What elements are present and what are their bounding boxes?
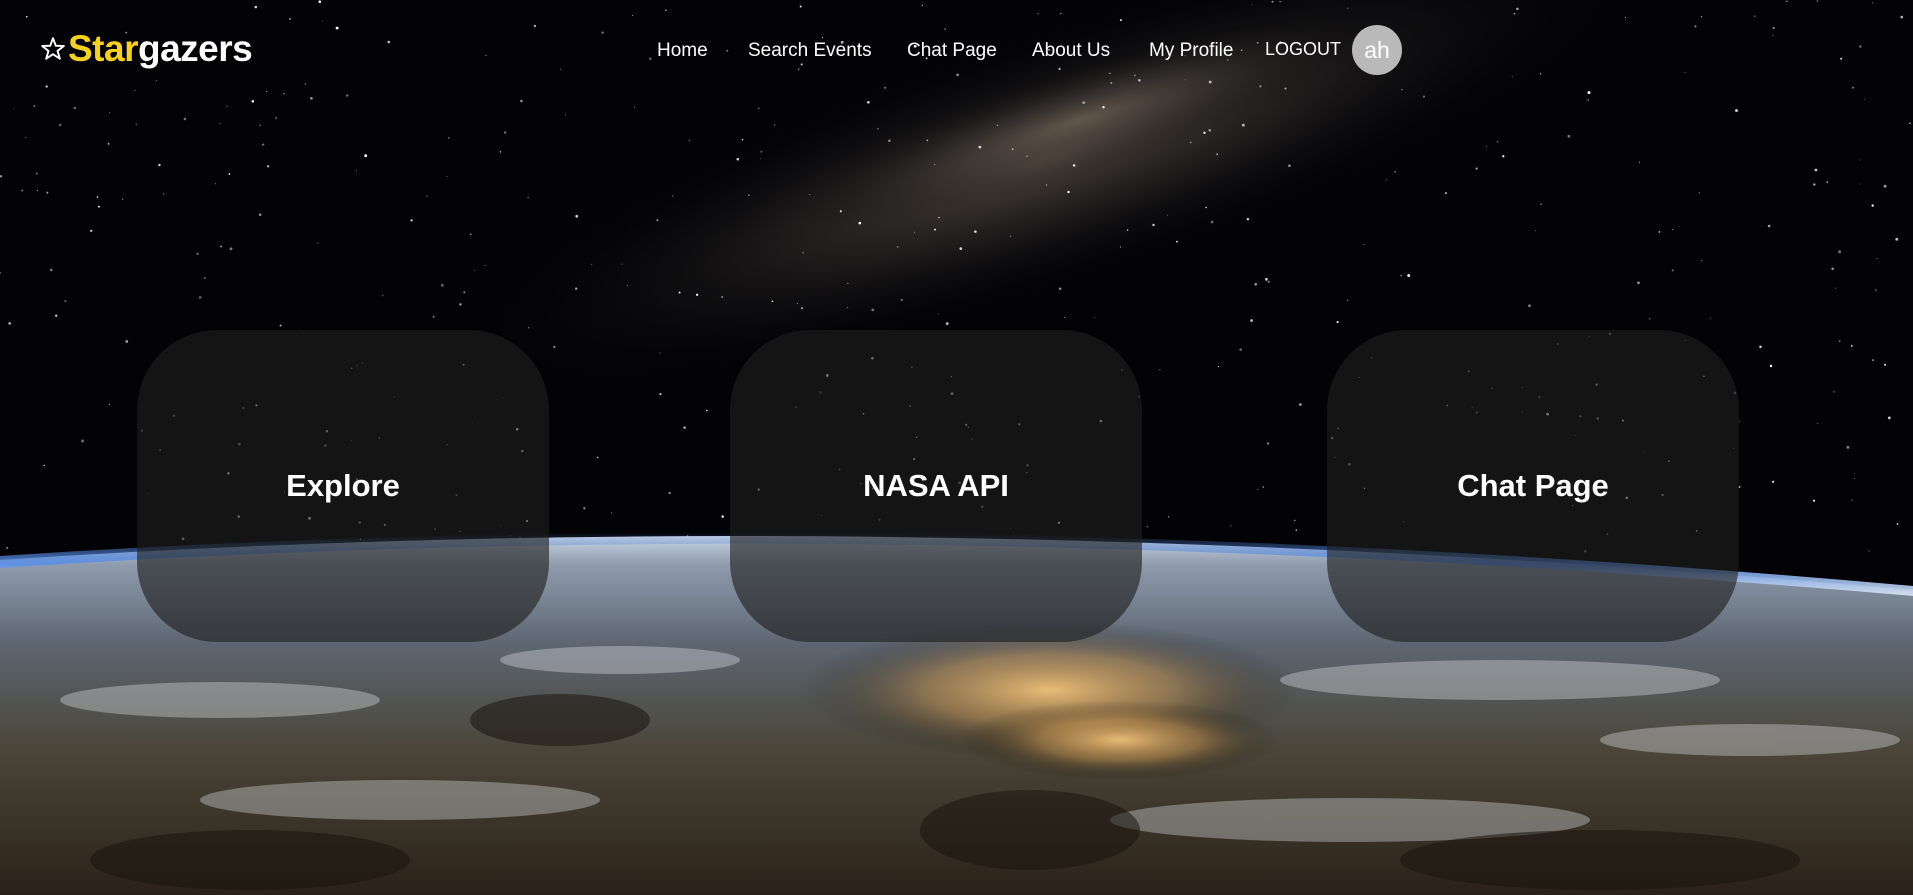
nasa-api-card[interactable]: NASA API [730, 330, 1142, 642]
explore-card-label: Explore [286, 468, 400, 503]
explore-card[interactable]: Explore [137, 330, 549, 642]
chat-page-card-label: Chat Page [1457, 468, 1609, 503]
nav-links: Home Search Events Chat Page About Us My… [0, 34, 1913, 66]
navbar: Star gazers Home Search Events Chat Page … [0, 0, 1913, 100]
nasa-api-card-label: NASA API [863, 468, 1009, 503]
nav-chat-page[interactable]: Chat Page [907, 40, 997, 62]
nav-home[interactable]: Home [657, 40, 708, 62]
landing-page: Star gazers Home Search Events Chat Page … [0, 0, 1913, 895]
avatar[interactable]: ah [1352, 25, 1402, 75]
avatar-initials: ah [1364, 36, 1390, 63]
logout-button[interactable]: LOGOUT [1265, 39, 1341, 60]
nav-about-us[interactable]: About Us [1032, 40, 1110, 62]
nav-my-profile[interactable]: My Profile [1149, 40, 1233, 62]
nav-search-events[interactable]: Search Events [748, 40, 872, 62]
chat-page-card[interactable]: Chat Page [1327, 330, 1739, 642]
